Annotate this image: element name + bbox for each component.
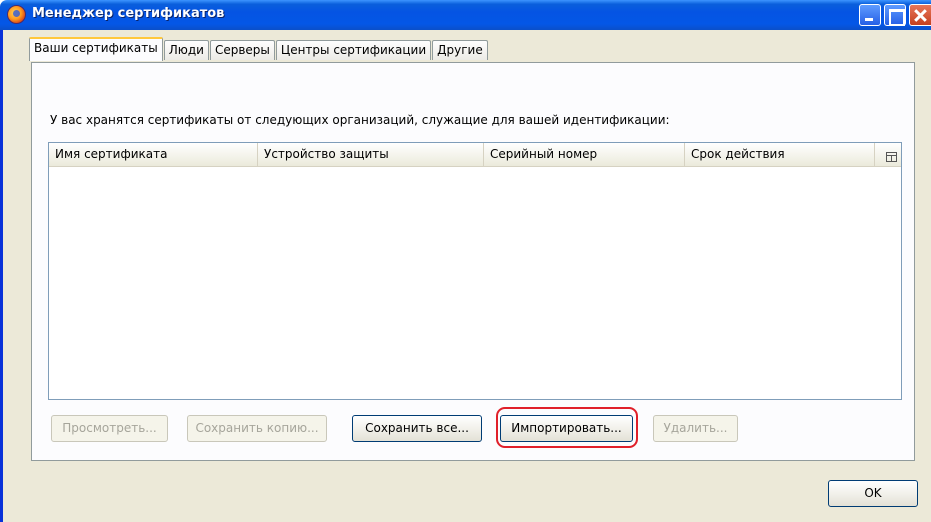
tab-others[interactable]: Другие [432,40,488,60]
tab-panel: У вас хранятся сертификаты от следующих … [31,62,915,461]
list-header: Имя сертификата Устройство защиты Серийн… [49,143,901,167]
column-picker-icon [885,151,897,162]
tab-people[interactable]: Люди [163,40,209,60]
tab-servers[interactable]: Серверы [209,40,275,60]
close-button[interactable] [909,4,931,26]
ok-button[interactable]: OK [828,480,918,507]
column-picker-button[interactable] [875,143,901,166]
window-title: Менеджер сертификатов [32,6,225,21]
firefox-icon [7,5,26,24]
tab-authorities[interactable]: Центры сертификации [275,40,432,60]
panel-description: У вас хранятся сертификаты от следующих … [50,113,670,127]
view-button[interactable]: Просмотреть... [51,415,168,442]
column-header-expiry[interactable]: Срок действия [685,143,875,166]
import-highlight-annotation [496,407,638,448]
tab-your-certificates[interactable]: Ваши сертификаты [29,37,163,61]
minimize-button[interactable] [859,4,881,26]
save-copy-button[interactable]: Сохранить копию... [187,415,327,442]
maximize-button[interactable] [884,4,906,26]
certificate-list[interactable]: Имя сертификата Устройство защиты Серийн… [48,142,902,400]
column-header-name[interactable]: Имя сертификата [49,143,258,166]
delete-button[interactable]: Удалить... [653,415,738,442]
column-header-device[interactable]: Устройство защиты [258,143,484,166]
save-all-button[interactable]: Сохранить все... [352,415,482,442]
certificate-manager-window: Менеджер сертификатов Ваши сертификаты Л… [0,0,931,522]
column-header-serial[interactable]: Серийный номер [484,143,685,166]
tab-strip: Ваши сертификаты Люди Серверы Центры сер… [29,37,489,61]
title-bar[interactable]: Менеджер сертификатов [0,0,931,30]
